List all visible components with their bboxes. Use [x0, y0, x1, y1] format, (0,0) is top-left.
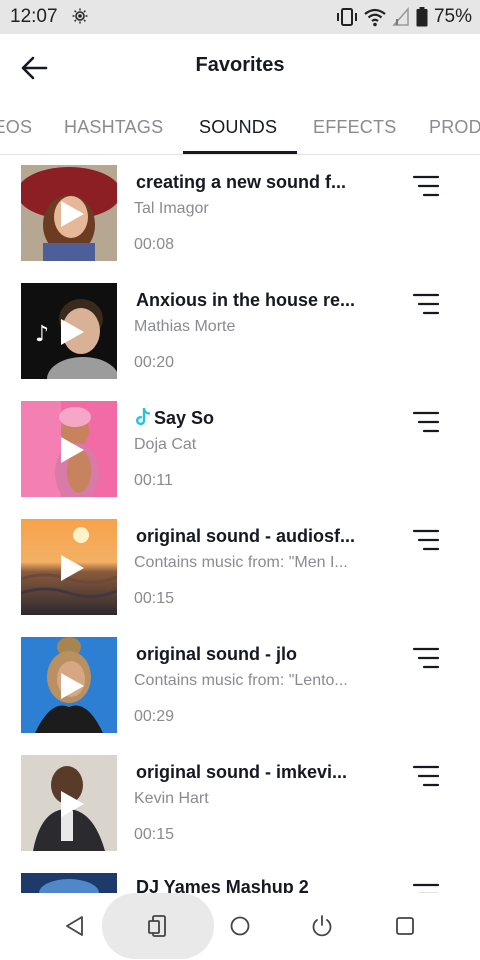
playlist-menu-icon[interactable] [412, 883, 440, 893]
sound-cover[interactable] [21, 165, 117, 261]
tab-videos[interactable]: VIDEOS [0, 117, 32, 138]
play-icon[interactable] [59, 318, 85, 346]
sound-cover[interactable]: ♪ [21, 283, 117, 379]
battery-icon [416, 7, 428, 27]
playlist-menu-icon[interactable] [412, 765, 440, 787]
nav-recents-icon[interactable] [392, 913, 418, 939]
sound-duration: 00:15 [134, 826, 175, 843]
list-item[interactable]: creating a new sound f... Tal Imagor 00:… [0, 155, 480, 273]
battery-level: 75% [433, 6, 472, 27]
header: Favorites [0, 34, 480, 100]
brightness-icon [72, 8, 88, 24]
list-item[interactable]: original sound - imkevi... Kevin Hart 00… [0, 745, 480, 863]
playlist-menu-icon[interactable] [412, 175, 440, 197]
playlist-menu-icon[interactable] [412, 647, 440, 669]
sound-duration: 00:20 [134, 354, 175, 371]
sound-duration: 00:08 [134, 236, 175, 253]
sound-cover[interactable] [21, 755, 117, 851]
sound-artist: Mathias Morte [134, 318, 236, 335]
sound-artist: Kevin Hart [134, 790, 209, 807]
playlist-menu-icon[interactable] [412, 293, 440, 315]
sound-cover[interactable] [21, 873, 117, 893]
play-icon[interactable] [59, 200, 85, 228]
tab-effects[interactable]: EFFECTS [313, 117, 396, 138]
playlist-menu-icon[interactable] [412, 529, 440, 551]
sound-list: creating a new sound f... Tal Imagor 00:… [0, 155, 480, 893]
sound-title: creating a new sound f... [136, 172, 347, 192]
sound-duration: 00:11 [134, 472, 173, 489]
sound-cover[interactable] [21, 519, 117, 615]
list-item[interactable]: DJ Yames Mashup 2 [0, 863, 480, 893]
sound-duration: 00:29 [134, 708, 175, 725]
svg-text:♪: ♪ [35, 322, 49, 347]
sound-cover[interactable] [21, 637, 117, 733]
sound-title: Say So [154, 408, 215, 428]
wifi-icon [364, 8, 386, 27]
list-item[interactable]: ♪ Anxious in the house re... Mathias Mor… [0, 273, 480, 391]
sound-title: original sound - imkevi... [136, 762, 348, 782]
list-item[interactable]: original sound - audiosf... Contains mus… [0, 509, 480, 627]
nav-power-icon[interactable] [309, 913, 335, 939]
sound-artist: Tal Imagor [134, 200, 209, 217]
tab-hashtags[interactable]: HASHTAGS [64, 117, 163, 138]
original-sound-note-icon [136, 408, 150, 426]
system-nav-bar [0, 893, 480, 960]
tab-products[interactable]: PRODUCTS [429, 117, 480, 138]
nav-home-icon[interactable] [227, 913, 253, 939]
sound-cover[interactable] [21, 401, 117, 497]
sound-artist: Contains music from: "Men I... [134, 554, 348, 571]
sound-title: original sound - audiosf... [136, 526, 355, 546]
play-icon[interactable] [59, 554, 85, 582]
page-title: Favorites [195, 54, 285, 76]
play-icon[interactable] [59, 436, 85, 464]
sound-title: Anxious in the house re... [136, 290, 356, 310]
status-time: 12:07 [10, 6, 58, 27]
sound-duration: 00:15 [134, 590, 175, 607]
status-bar: 12:07 75% [0, 0, 480, 34]
sound-artist: Contains music from: "Lento... [134, 672, 348, 689]
sound-title: original sound - jlo [136, 644, 297, 664]
tab-bar: VIDEOS HASHTAGS SOUNDS EFFECTS PRODUCTS [0, 100, 480, 155]
sound-title: DJ Yames Mashup 2 [136, 877, 309, 893]
play-icon[interactable] [59, 672, 85, 700]
signal-icon [392, 7, 409, 26]
active-tab-indicator [183, 151, 297, 154]
playlist-menu-icon[interactable] [412, 411, 440, 433]
nav-screen-pin-icon[interactable] [145, 913, 171, 939]
cover-image [21, 873, 117, 893]
play-icon[interactable] [59, 790, 85, 818]
list-item[interactable]: Say So Doja Cat 00:11 [0, 391, 480, 509]
vibrate-icon [336, 8, 357, 26]
tab-sounds[interactable]: SOUNDS [199, 117, 277, 138]
nav-back-icon[interactable] [62, 913, 88, 939]
list-item[interactable]: original sound - jlo Contains music from… [0, 627, 480, 745]
sound-artist: Doja Cat [134, 436, 197, 453]
sound-title-row: Say So [136, 408, 366, 429]
